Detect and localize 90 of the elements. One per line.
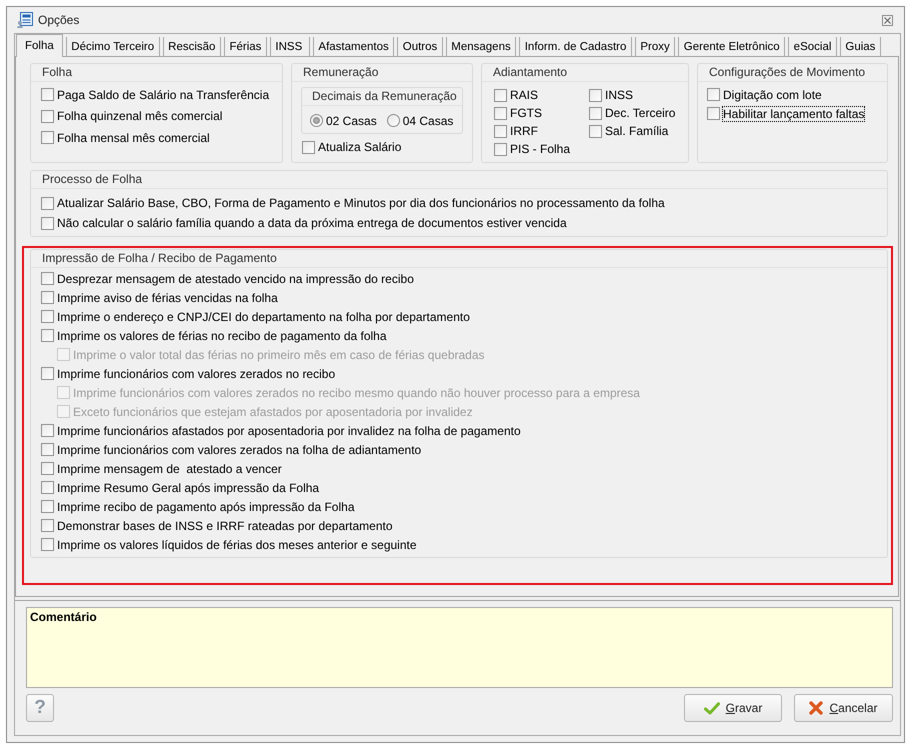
checkbox[interactable] xyxy=(302,140,315,154)
checkbox-label: Imprime mensagem de atestado a vencer xyxy=(57,462,282,476)
checkbox[interactable] xyxy=(41,131,54,144)
checkbox-label: Imprime recibo de pagamento após impressão da Folha xyxy=(57,500,354,514)
checkbox-label: Imprime funcionários com valores zerados no recibo xyxy=(57,366,336,380)
checkbox-label: Imprime Resumo Geral após impressão da Folha xyxy=(57,480,320,494)
group-title: Remuneração xyxy=(303,65,378,79)
cross-icon xyxy=(809,701,824,715)
checkbox[interactable] xyxy=(41,272,54,285)
checkbox-label: Imprime os valores líquidos de férias dos meses anterior e seguinte xyxy=(57,538,417,552)
radio-label: 02 Casas xyxy=(326,114,377,128)
radio-label: 04 Casas xyxy=(402,114,454,128)
tab[interactable]: Gerente Eletrônico xyxy=(678,37,786,56)
checkbox[interactable] xyxy=(41,196,54,210)
checkbox-label: Exceto funcionários que estejam afastados por aposentadoria por invalidez xyxy=(73,404,473,418)
checkbox[interactable] xyxy=(41,500,54,513)
cancel-button[interactable]: Cancelar xyxy=(794,694,893,722)
checkbox[interactable] xyxy=(494,142,507,156)
checkbox-label: PIS - Folha xyxy=(510,142,570,156)
checkbox-label: Imprime aviso de férias vencidas na folha xyxy=(57,290,278,304)
group-title: Processo de Folha xyxy=(42,172,142,186)
checkbox[interactable] xyxy=(41,424,54,437)
checkbox[interactable] xyxy=(41,310,54,323)
checkbox-label: IRRF xyxy=(510,124,538,138)
tab[interactable]: Décimo Terceiro xyxy=(66,37,160,56)
checkbox[interactable] xyxy=(41,367,54,380)
checkbox-label: Imprime funcionários com valores zerados no recibo mesmo quando não houver processo para a empresa xyxy=(73,386,640,400)
checkbox[interactable] xyxy=(41,291,54,304)
document-icon xyxy=(17,12,33,28)
checkbox-label: RAIS xyxy=(510,88,538,102)
group-title: Folha xyxy=(42,65,72,79)
checkbox-label: Desprezar mensagem de atestado vencido na impressão do recibo xyxy=(57,272,414,286)
checkbox[interactable] xyxy=(41,88,54,102)
checkbox-label: Demonstrar bases de INSS e IRRF rateadas por departamento xyxy=(57,518,392,532)
radio-button[interactable] xyxy=(310,114,323,127)
checkbox[interactable] xyxy=(589,106,602,120)
tab[interactable]: Inform. de Cadastro xyxy=(519,37,632,56)
tab[interactable]: Proxy xyxy=(634,37,676,56)
checkbox[interactable] xyxy=(589,88,602,102)
checkbox[interactable] xyxy=(41,462,54,475)
checkbox[interactable] xyxy=(589,124,602,138)
group-title: Configurações de Movimento xyxy=(709,65,866,79)
checkbox[interactable] xyxy=(41,519,54,532)
window-title: Opções xyxy=(38,13,80,27)
group-title: Adiantamento xyxy=(493,65,568,79)
close-icon[interactable] xyxy=(882,14,893,26)
checkbox-label: Imprime funcionários com valores zerados na folha de adiantamento xyxy=(57,442,422,456)
checkbox[interactable] xyxy=(707,107,720,120)
checkbox[interactable] xyxy=(494,124,507,138)
checkbox-label: INSS xyxy=(605,88,634,102)
checkbox[interactable] xyxy=(41,443,54,456)
checkbox-label: Não calcular o salário família quando a data da próxima entrega de documentos estiver vencida xyxy=(57,216,567,230)
checkbox[interactable] xyxy=(494,88,507,102)
checkbox-label: Folha quinzenal mês comercial xyxy=(57,109,222,124)
save-button[interactable]: Gravar xyxy=(684,694,782,722)
tab[interactable]: Rescisão xyxy=(162,37,221,56)
checkbox[interactable] xyxy=(41,538,54,551)
tab[interactable]: Folha xyxy=(16,34,63,57)
checkbox-label: Dec. Terceiro xyxy=(605,106,676,120)
checkbox-label: Imprime os valores de férias no recibo de pagamento da folha xyxy=(57,328,387,342)
checkbox[interactable] xyxy=(41,110,54,123)
checkbox-label: Sal. Família xyxy=(605,124,668,138)
check-icon xyxy=(704,702,720,714)
checkbox-label: FGTS xyxy=(510,106,542,120)
tab[interactable]: Mensagens xyxy=(446,37,516,56)
radio-button[interactable] xyxy=(386,114,400,127)
group-title: Impressão de Folha / Recibo de Pagamento xyxy=(42,251,277,265)
checkbox[interactable] xyxy=(707,88,720,101)
checkbox-label: Imprime funcionários afastados por aposentadoria por invalidez na folha de pagamento xyxy=(57,424,521,438)
tab[interactable]: Afastamentos xyxy=(312,37,394,56)
checkbox-label: Paga Saldo de Salário na Transferência xyxy=(57,88,270,102)
checkbox[interactable] xyxy=(494,106,507,120)
comment-label: Comentário xyxy=(30,610,97,624)
checkbox-label: Digitação com lote xyxy=(723,88,822,102)
tab[interactable]: Guias xyxy=(840,37,881,56)
checkbox-label: Folha mensal mês comercial xyxy=(57,130,210,145)
tab[interactable]: INSS xyxy=(270,37,310,56)
checkbox[interactable] xyxy=(41,329,54,342)
checkbox[interactable] xyxy=(41,481,54,494)
checkbox-label: Imprime o valor total das férias no primeiro mês em caso de férias quebradas xyxy=(73,348,485,362)
tab[interactable]: eSocial xyxy=(788,37,837,56)
checkbox-label: Atualiza Salário xyxy=(318,140,402,154)
checkbox-label: Imprime o endereço e CNPJ/CEI do departamento na folha por departamento xyxy=(57,310,470,324)
group-title: Decimais da Remuneração xyxy=(312,89,457,103)
checkbox-label: Habilitar lançamento faltas xyxy=(723,106,864,120)
checkbox-label: Atualizar Salário Base, CBO, Forma de Pagamento e Minutos por dia dos funcionários no processamento da folha xyxy=(57,196,665,210)
tab[interactable]: Férias xyxy=(224,37,267,56)
checkbox[interactable] xyxy=(41,216,54,230)
tab[interactable]: Outros xyxy=(397,37,443,56)
comment-field[interactable]: Comentário xyxy=(26,607,893,688)
